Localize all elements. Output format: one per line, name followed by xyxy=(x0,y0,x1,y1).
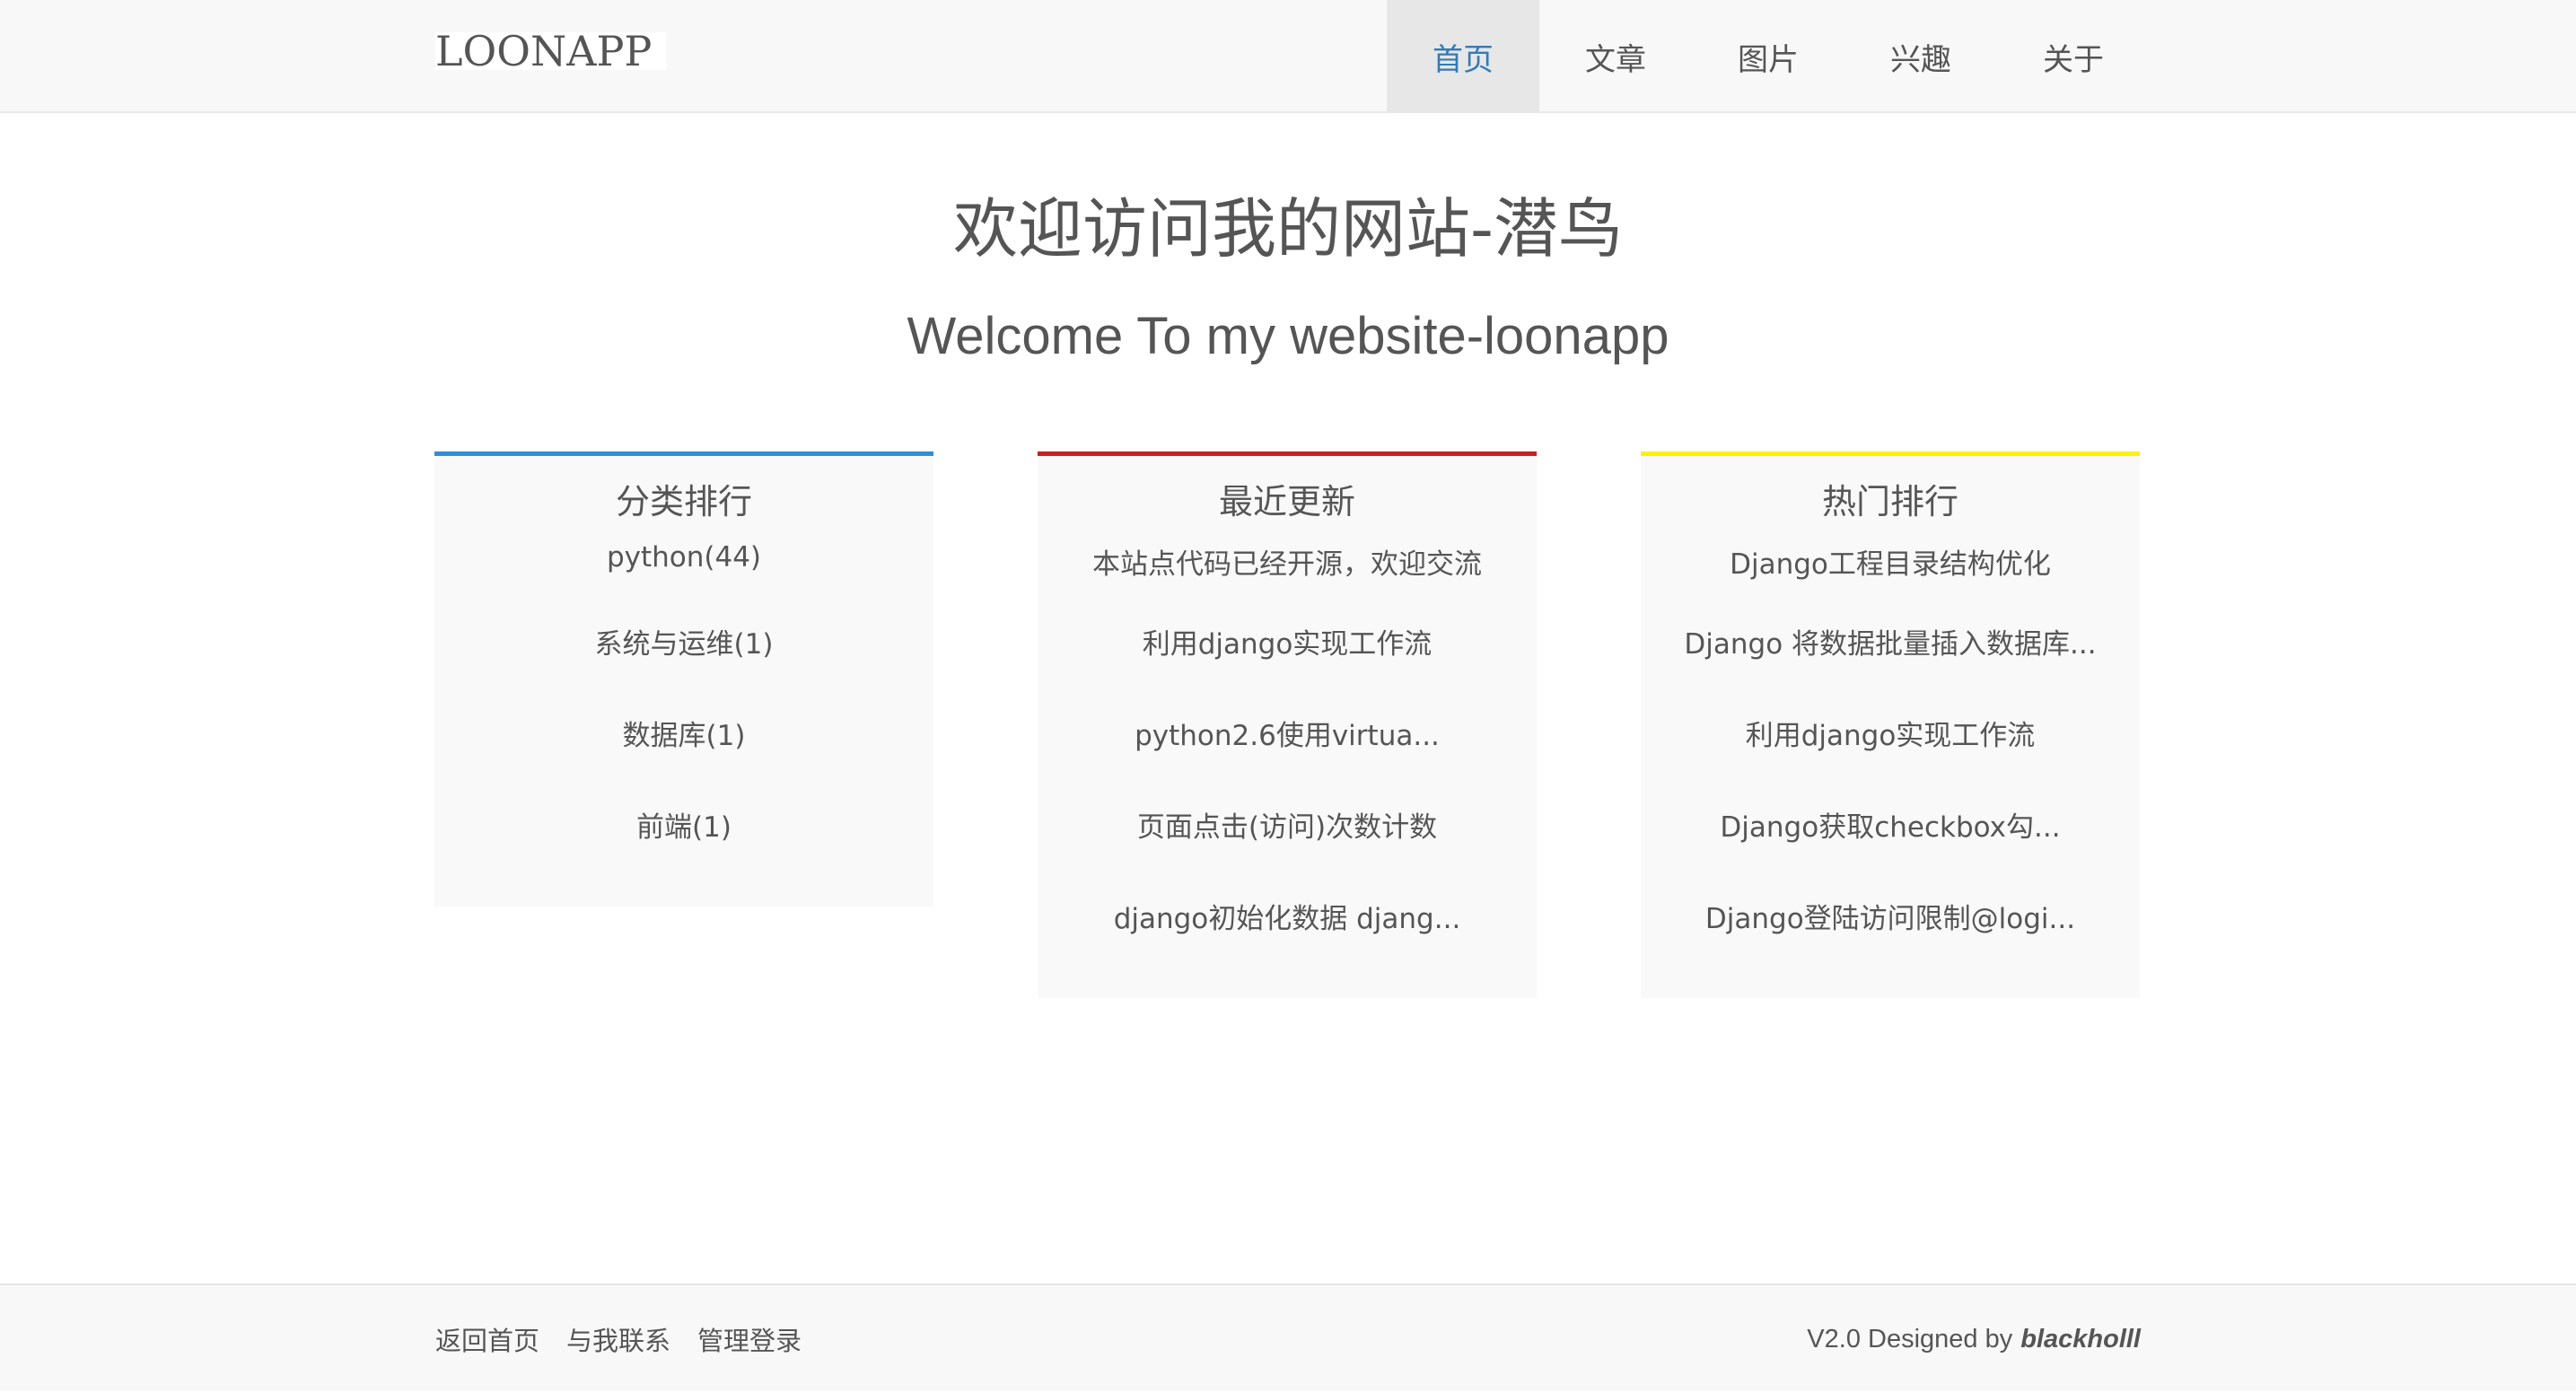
page-footer: 返回首页 与我联系 管理登录 V2.0 Designed by blackhol… xyxy=(0,1283,2576,1391)
list-item[interactable]: django初始化数据 djang... xyxy=(1038,870,1537,961)
welcome-title: 欢迎访问我的网站-潜鸟 xyxy=(953,191,1623,267)
category-ranking-panel: 分类排行 python(44) 系统与运维(1) 数据库(1) 前端(1) xyxy=(434,451,933,907)
list-item[interactable]: 利用django实现工作流 xyxy=(1641,687,2140,778)
hot-list: Django工程目录结构优化 Django 将数据批量插入数据库... 利用dj… xyxy=(1641,541,2140,961)
nav-item-about[interactable]: 关于 xyxy=(1997,0,2150,113)
list-item[interactable]: Django登陆访问限制@logi... xyxy=(1641,870,2140,961)
brand-logo[interactable]: LOONAPP xyxy=(435,31,667,72)
list-item[interactable]: 利用django实现工作流 xyxy=(1038,595,1537,687)
hot-ranking-panel: 热门排行 Django工程目录结构优化 Django 将数据批量插入数据库...… xyxy=(1641,451,2140,998)
welcome-subtitle: Welcome To my website-loonapp xyxy=(907,307,1669,365)
version-credit-text: V2.0 Designed by xyxy=(1807,1324,2013,1354)
panel-title: 分类排行 xyxy=(615,482,752,521)
footer-credit: V2.0 Designed by blackholll xyxy=(1807,1285,2141,1393)
list-item[interactable]: 系统与运维(1) xyxy=(434,595,933,687)
panel-title: 热门排行 xyxy=(1821,482,1958,521)
list-item[interactable]: 数据库(1) xyxy=(434,687,933,778)
list-item[interactable]: 页面点击(访问)次数计数 xyxy=(1038,778,1537,870)
footer-link-admin-login[interactable]: 管理登录 xyxy=(697,1320,802,1358)
footer-links: 返回首页 与我联系 管理登录 xyxy=(435,1285,828,1393)
list-item[interactable]: 前端(1) xyxy=(434,778,933,870)
category-list: python(44) 系统与运维(1) 数据库(1) 前端(1) xyxy=(434,541,933,870)
main-nav: 首页 文章 图片 兴趣 关于 xyxy=(1387,0,2150,113)
panel-title: 最近更新 xyxy=(1218,482,1355,521)
nav-item-interests[interactable]: 兴趣 xyxy=(1844,0,1997,113)
recent-updates-panel: 最近更新 本站点代码已经开源，欢迎交流 利用django实现工作流 python… xyxy=(1038,451,1537,998)
list-item[interactable]: Django工程目录结构优化 xyxy=(1641,541,2140,595)
author-name: blackholll xyxy=(2020,1324,2141,1354)
list-item[interactable]: Django获取checkbox勾... xyxy=(1641,778,2140,870)
list-item[interactable]: python(44) xyxy=(434,541,933,595)
recent-list: 本站点代码已经开源，欢迎交流 利用django实现工作流 python2.6使用… xyxy=(1038,541,1537,961)
nav-item-articles[interactable]: 文章 xyxy=(1539,0,1692,113)
nav-item-pictures[interactable]: 图片 xyxy=(1692,0,1844,113)
nav-item-home[interactable]: 首页 xyxy=(1387,0,1539,113)
list-item[interactable]: python2.6使用virtua... xyxy=(1038,687,1537,778)
list-item[interactable]: Django 将数据批量插入数据库... xyxy=(1641,595,2140,687)
footer-link-contact[interactable]: 与我联系 xyxy=(566,1320,670,1358)
footer-link-home[interactable]: 返回首页 xyxy=(435,1320,539,1358)
top-navbar: LOONAPP 首页 文章 图片 兴趣 关于 xyxy=(0,0,2576,113)
list-item[interactable]: 本站点代码已经开源，欢迎交流 xyxy=(1038,541,1537,595)
